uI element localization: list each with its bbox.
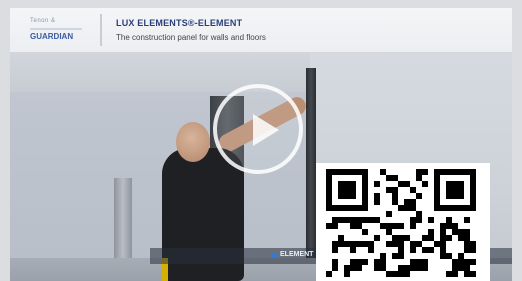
ribbon-label: ELEMENT — [280, 251, 314, 258]
video-subtitle: The construction panel for walls and flo… — [116, 33, 266, 42]
ribbon-marker-icon — [272, 253, 277, 258]
brand-divider — [30, 28, 82, 30]
person-head — [176, 122, 210, 162]
brand-logo: Tenon & GUARDIAN — [30, 18, 84, 44]
brand-name: GUARDIAN — [30, 32, 74, 41]
banner-divider — [100, 14, 102, 46]
qr-code — [316, 163, 490, 281]
qr-code-image — [326, 169, 476, 277]
video-title: LUX ELEMENTS®-ELEMENT — [116, 18, 243, 28]
video-frame: Tenon & GUARDIAN LUX ELEMENTS®-ELEMENT T… — [0, 0, 522, 281]
play-button[interactable] — [213, 84, 303, 174]
play-icon — [253, 114, 279, 146]
brand-tagline: Tenon & — [30, 18, 56, 24]
video-banner: Tenon & GUARDIAN LUX ELEMENTS®-ELEMENT T… — [10, 8, 512, 53]
